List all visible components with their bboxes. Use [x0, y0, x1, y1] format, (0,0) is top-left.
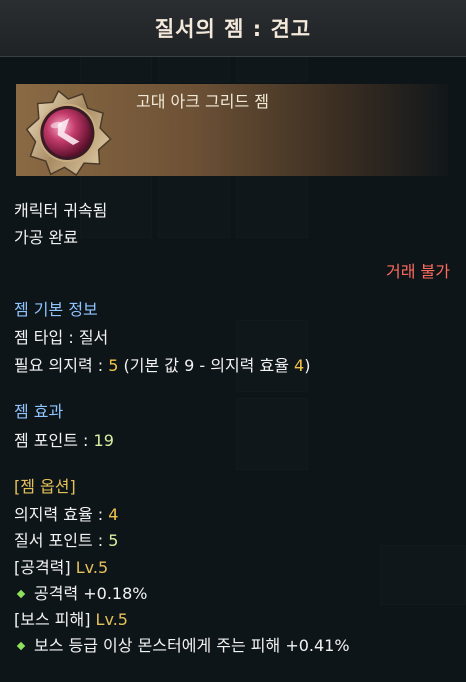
trade-status: 거래 불가: [386, 262, 450, 281]
willpower-label: 필요 의지력 :: [14, 356, 109, 375]
attack-option-level: Lv.5: [75, 558, 109, 577]
boss-option-name: [보스 피해]: [14, 610, 96, 629]
boss-effect-row: 보스 등급 이상 몬스터에게 주는 피해 +0.41%: [14, 632, 350, 656]
gem-point-value: 19: [93, 431, 114, 450]
required-willpower-row: 필요 의지력 : 5 (기본 값 9 - 의지력 효율 4): [14, 352, 310, 376]
boss-effect-text: 보스 등급 이상 몬스터에게 주는 피해 +0.41%: [34, 636, 350, 655]
attack-option-name: [공격력]: [14, 558, 76, 577]
item-title: 질서의 젬 : 견고: [154, 17, 312, 41]
willpower-detail-close: ): [304, 356, 311, 375]
process-status: 가공 완료: [14, 228, 78, 247]
boss-option-row: [보스 피해] Lv.5: [14, 606, 128, 630]
gem-type-label: 젬 타입 :: [14, 328, 79, 347]
gem-header-banner: 고대 아크 그리드 젬: [16, 84, 448, 177]
bullet-diamond-icon: [16, 589, 26, 598]
tooltip-title-bar: 질서의 젬 : 견고: [0, 0, 466, 57]
gem-grade-label: 고대 아크 그리드 젬: [136, 92, 270, 111]
order-point-label: 질서 포인트 :: [14, 531, 109, 550]
gem-options-header: [젬 옵션]: [14, 477, 76, 496]
efficiency-row: 의지력 효율 : 4: [14, 501, 118, 525]
order-point-row: 질서 포인트 : 5: [14, 527, 118, 551]
binding-status: 캐릭터 귀속됨: [14, 201, 108, 220]
basic-info-header: 젬 기본 정보: [14, 300, 98, 319]
item-tooltip: 질서의 젬 : 견고 고대 아크 그리드 젬 캐릭터 귀속됨 가공 완료 거래 …: [0, 0, 466, 682]
order-point-value: 5: [108, 531, 119, 550]
gem-point-label: 젬 포인트 :: [14, 431, 94, 450]
boss-option-level: Lv.5: [95, 610, 128, 629]
willpower-detail: (기본 값 9 - 의지력 효율: [118, 356, 294, 375]
gem-type-row: 젬 타입 : 질서: [14, 324, 108, 348]
willpower-efficiency-value: 4: [294, 356, 305, 375]
attack-option-row: [공격력] Lv.5: [14, 554, 108, 578]
gem-type-value: 질서: [78, 328, 109, 347]
willpower-value: 5: [108, 356, 119, 375]
attack-effect-text: 공격력 +0.18%: [34, 584, 148, 603]
gem-effect-header: 젬 효과: [14, 402, 64, 421]
efficiency-label: 의지력 효율 :: [14, 505, 109, 524]
attack-effect-row: 공격력 +0.18%: [14, 580, 147, 604]
efficiency-value: 4: [108, 505, 119, 524]
bullet-diamond-icon: [16, 641, 26, 650]
gem-point-row: 젬 포인트 : 19: [14, 427, 114, 451]
order-gem-icon: [22, 86, 112, 177]
